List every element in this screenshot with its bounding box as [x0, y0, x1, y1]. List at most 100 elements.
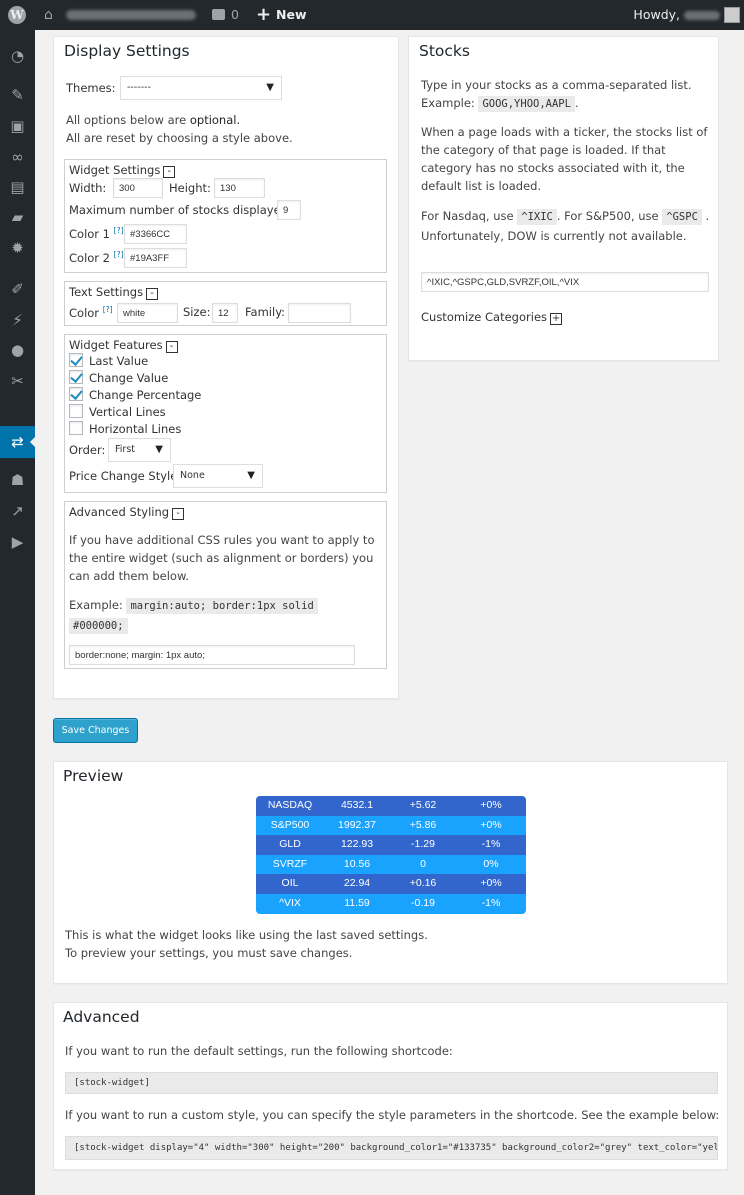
stocks-list-input[interactable] — [421, 272, 709, 292]
dashboard-icon[interactable]: ◔ — [8, 47, 27, 66]
width-label: Width: — [69, 181, 107, 195]
preview-note-1: This is what the widget looks like using… — [65, 928, 428, 942]
save-changes-button[interactable]: Save Changes — [53, 718, 138, 743]
font-family-label: Family: — [245, 305, 286, 319]
widget-last-value: 11.59 — [344, 896, 370, 909]
horizontal-lines-checkbox[interactable] — [69, 421, 83, 435]
last-value-checkbox[interactable] — [69, 353, 83, 367]
pin-icon[interactable]: ✎ — [8, 86, 27, 105]
advanced-title: Advanced — [63, 1008, 140, 1026]
tools-icon[interactable]: ✂ — [8, 372, 27, 391]
security-icon[interactable]: ☗ — [8, 471, 27, 490]
widget-change-percent: +0% — [480, 877, 502, 890]
admin-bar: W ⌂ 0 + New Howdy, — [0, 0, 744, 30]
price-change-style-label: Price Change Style: — [69, 469, 182, 483]
widget-symbol: OIL — [281, 877, 299, 890]
appearance-icon[interactable]: ✐ — [8, 280, 27, 299]
collapse-text-settings-button[interactable]: - — [146, 288, 159, 300]
stock-widget-icon[interactable]: ⇄ — [8, 433, 27, 452]
color1-input[interactable] — [124, 224, 187, 244]
widget-change-percent: +0% — [480, 818, 502, 831]
color2-label-text: Color 2 — [69, 250, 110, 265]
change-value-checkbox[interactable] — [69, 370, 83, 384]
widget-last-value: 22.94 — [343, 877, 371, 890]
widget-settings-legend: Widget Settings - — [69, 163, 176, 178]
vertical-lines-checkbox[interactable] — [69, 404, 83, 418]
default-shortcode-note: If you want to run the default settings,… — [65, 1044, 453, 1058]
customize-categories-text: Customize Categories — [421, 310, 548, 324]
collapse-advanced-styling-button[interactable]: - — [172, 508, 185, 520]
widget-last-value: 4532.1 — [340, 799, 374, 811]
order-select[interactable]: First ▼ — [108, 438, 171, 462]
play-icon[interactable]: ▶ — [8, 533, 27, 552]
last-value-label: Last Value — [89, 354, 149, 368]
howdy-label[interactable]: Howdy, — [633, 0, 680, 30]
media-icon[interactable]: ▣ — [8, 117, 27, 136]
widget-change-percent: -1% — [481, 896, 501, 909]
text-size-label: Size: — [183, 305, 211, 319]
expand-categories-button[interactable]: + — [550, 313, 563, 325]
stocks-intro: Type in your stocks as a comma-separated… — [421, 76, 713, 113]
text-size-input[interactable] — [212, 303, 238, 323]
pages-icon[interactable]: ▤ — [8, 178, 27, 197]
height-input[interactable] — [214, 178, 265, 198]
color1-label: Color 1 [?] — [69, 226, 124, 241]
avatar[interactable] — [724, 7, 740, 23]
widget-symbol: NASDAQ — [267, 799, 313, 811]
themes-select-value: ------- — [127, 82, 151, 93]
text-color-label: Color [?] — [69, 305, 113, 320]
change-percentage-checkbox[interactable] — [69, 387, 83, 401]
widget-row: OIL 22.94 +0.16 +0% — [256, 874, 526, 894]
collapse-widget-settings-button[interactable]: - — [163, 166, 176, 178]
stocks-intro-text: Type in your stocks as a comma-separated… — [421, 78, 692, 92]
text-settings-legend: Text Settings - — [69, 285, 159, 300]
plus-icon[interactable]: + — [256, 0, 271, 30]
widget-row: ^VIX 11.59 -0.19 -1% — [256, 893, 526, 914]
widget-change-percent: +0% — [480, 799, 502, 811]
widget-last-value: 10.56 — [343, 857, 371, 870]
themes-label: Themes: — [66, 81, 116, 95]
users-icon[interactable]: ● — [8, 341, 27, 360]
example-label: Example: — [69, 598, 123, 612]
plugins-icon[interactable]: ⚡ — [8, 311, 27, 330]
color1-help-link[interactable]: [?] — [114, 226, 124, 235]
change-percentage-label: Change Percentage — [89, 388, 202, 402]
text-color-help-link[interactable]: [?] — [103, 305, 113, 314]
width-input[interactable] — [113, 178, 163, 198]
font-family-input[interactable] — [288, 303, 351, 323]
color2-help-link[interactable]: [?] — [114, 250, 124, 259]
optional-note-bold: optional. — [189, 113, 241, 127]
wordpress-logo-icon[interactable]: W — [8, 6, 26, 24]
admin-sidebar: ◔ ✎ ▣ ∞ ▤ ▰ ✹ ✐ ⚡ ● ✂ ⇄ ☗ ↗ ▶ — [0, 30, 36, 1195]
editor-icon[interactable]: ↗ — [8, 502, 27, 521]
site-name-link[interactable] — [66, 10, 196, 20]
max-stocks-input[interactable] — [277, 200, 301, 220]
text-settings-legend-text: Text Settings — [69, 285, 144, 299]
height-label: Height: — [169, 181, 211, 195]
collapse-widget-features-button[interactable]: - — [165, 341, 178, 353]
text-color-input[interactable] — [117, 303, 178, 323]
comment-count[interactable]: 0 — [231, 0, 239, 30]
sp-code: ^GSPC — [662, 209, 702, 225]
custom-css-input[interactable] — [69, 645, 355, 665]
text-settings-fieldset: Text Settings- Color [?] Size: Family: — [64, 281, 387, 326]
comments-icon[interactable]: ▰ — [8, 208, 27, 227]
link-icon[interactable]: ∞ — [8, 148, 27, 167]
color2-input[interactable] — [124, 248, 187, 268]
advanced-styling-legend-text: Advanced Styling — [69, 505, 170, 519]
themes-select[interactable]: ------- ▼ — [120, 76, 282, 100]
settings-gear-icon[interactable]: ✹ — [8, 239, 27, 258]
optional-note-prefix: All options below are — [66, 113, 190, 127]
username-label[interactable] — [684, 11, 720, 20]
preview-note-2: To preview your settings, you must save … — [65, 946, 353, 960]
color2-label: Color 2 [?] — [69, 250, 124, 265]
advanced-styling-description: If you have additional CSS rules you wan… — [69, 533, 375, 583]
custom-shortcode: [stock-widget display="4" width="300" he… — [65, 1136, 718, 1160]
new-content-link[interactable]: New — [276, 0, 307, 30]
price-change-style-select[interactable]: None ▼ — [173, 464, 263, 488]
home-icon[interactable]: ⌂ — [44, 0, 53, 30]
advanced-styling-legend: Advanced Styling - — [69, 505, 185, 520]
comment-icon[interactable] — [212, 9, 225, 20]
stocks-panel: Stocks Type in your stocks as a comma-se… — [408, 36, 719, 361]
widget-symbol: ^VIX — [279, 896, 301, 909]
